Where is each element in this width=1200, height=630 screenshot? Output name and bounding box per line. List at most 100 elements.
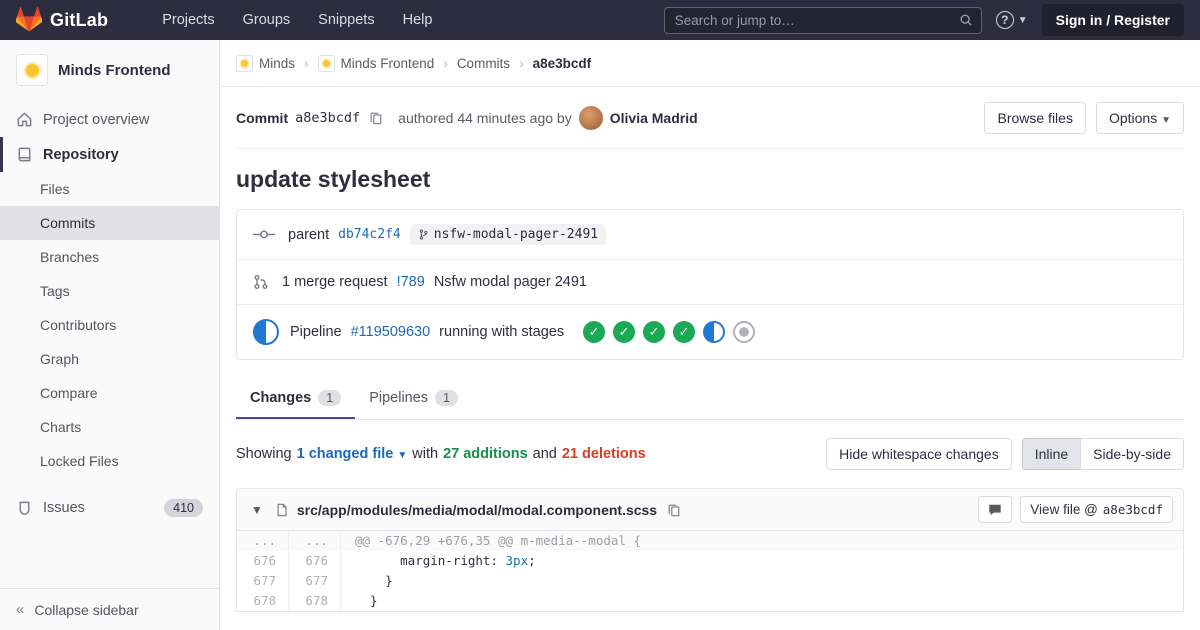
pipeline-stage-success-icon[interactable]: ✓	[583, 321, 606, 343]
project-name: Minds Frontend	[58, 61, 171, 79]
sidebar-item-commits[interactable]: Commits	[0, 206, 219, 240]
tab-pipelines[interactable]: Pipelines 1	[355, 378, 472, 419]
commit-meta-row: Commit a8e3bcdf authored 44 minutes ago …	[236, 87, 1184, 149]
view-file-label: View file @	[1030, 502, 1098, 517]
navbar-left: GitLab Projects Groups Snippets Help	[16, 2, 444, 38]
search-input[interactable]	[674, 12, 959, 28]
nav-item-help[interactable]: Help	[391, 2, 445, 38]
new-line-number[interactable]: 678	[289, 591, 341, 611]
main-content: Minds › Minds Frontend › Commits › a8e3b…	[220, 40, 1200, 630]
nav-item-snippets[interactable]: Snippets	[306, 2, 386, 38]
sidebar-item-contributors[interactable]: Contributors	[0, 308, 219, 342]
copy-sha-button[interactable]	[367, 109, 385, 127]
pipeline-stage-success-icon[interactable]: ✓	[613, 321, 636, 343]
new-line-number[interactable]: 676	[289, 551, 341, 571]
old-line-number[interactable]: ...	[237, 531, 289, 551]
author-avatar[interactable]	[578, 106, 603, 130]
pipeline-running-icon[interactable]	[253, 319, 279, 345]
branch-ref-chip[interactable]: nsfw-modal-pager-2491	[409, 224, 607, 245]
pipeline-stage-success-icon[interactable]: ✓	[643, 321, 666, 343]
nav-menu: Projects Groups Snippets Help	[150, 2, 444, 38]
author-name[interactable]: Olivia Madrid	[610, 110, 698, 126]
breadcrumb-minds-frontend[interactable]: Minds Frontend	[317, 54, 434, 72]
sidebar-item-tags[interactable]: Tags	[0, 274, 219, 308]
project-avatar	[16, 54, 48, 86]
breadcrumb-current-sha: a8e3bcdf	[533, 56, 592, 71]
breadcrumb-separator: ›	[304, 55, 309, 71]
file-path[interactable]: src/app/modules/media/modal/modal.compon…	[297, 502, 657, 518]
merge-request-icon	[253, 274, 269, 290]
authored-text: authored 44 minutes ago by	[398, 110, 572, 126]
chevron-down-icon: ▼	[397, 450, 408, 461]
old-line-number[interactable]: 678	[237, 591, 289, 611]
commit-icon	[253, 227, 275, 242]
toggle-comments-button[interactable]	[978, 496, 1013, 523]
sidebar-item-repository[interactable]: Repository	[0, 137, 219, 172]
chevron-down-icon: ▼	[1017, 14, 1028, 26]
breadcrumb: Minds › Minds Frontend › Commits › a8e3b…	[220, 40, 1200, 87]
sign-in-button[interactable]: Sign in / Register	[1041, 4, 1184, 36]
diff-summary-text: Showing 1 changed file ▼ with 27 additio…	[236, 446, 646, 462]
options-dropdown-button[interactable]: Options ▼	[1095, 102, 1184, 134]
search-box	[663, 6, 982, 34]
sidebar-item-project-overview[interactable]: Project overview	[0, 102, 219, 137]
commit-label: Commit	[236, 110, 289, 126]
commit-meta-actions: Browse files Options ▼	[984, 102, 1184, 134]
sidebar-item-charts[interactable]: Charts	[0, 410, 219, 444]
old-line-number[interactable]: 677	[237, 571, 289, 591]
collapse-sidebar-button[interactable]: « Collapse sidebar	[0, 588, 219, 630]
gitlab-wordmark: GitLab	[50, 9, 109, 30]
hide-whitespace-button[interactable]: Hide whitespace changes	[826, 438, 1012, 470]
sidebar-item-issues[interactable]: Issues 410	[0, 490, 219, 526]
project-context-header[interactable]: Minds Frontend	[0, 40, 219, 102]
sidebar-item-locked-files[interactable]: Locked Files	[0, 444, 219, 478]
pipeline-stage-created-icon[interactable]	[733, 321, 756, 343]
copy-icon	[667, 503, 681, 517]
tab-changes[interactable]: Changes 1	[236, 378, 356, 419]
nav-item-groups[interactable]: Groups	[231, 2, 303, 38]
help-menu[interactable]: ? ▼	[995, 11, 1028, 29]
copy-file-path-button[interactable]	[665, 501, 683, 519]
commit-info-box: parent db74c2f4 nsfw-modal-pager-2491 1 …	[236, 209, 1184, 360]
comment-icon	[988, 503, 1002, 517]
code-line: margin-right: 3px;	[355, 553, 536, 568]
breadcrumb-minds[interactable]: Minds	[236, 54, 295, 72]
gitlab-logo[interactable]: GitLab	[16, 7, 108, 33]
pipeline-stage-success-icon[interactable]: ✓	[673, 321, 696, 343]
breadcrumb-label: a8e3bcdf	[532, 55, 592, 71]
collapse-file-chevron-icon[interactable]: ▼	[247, 501, 267, 519]
sidebar-item-label: Repository	[43, 146, 119, 163]
sidebar-item-graph[interactable]: Graph	[0, 342, 219, 376]
parent-label: parent	[288, 226, 330, 243]
pipeline-id-link[interactable]: #119509630	[351, 324, 431, 340]
sidebar-item-files[interactable]: Files	[0, 172, 219, 206]
pipeline-row: Pipeline #119509630 running with stages …	[237, 305, 1183, 359]
collapse-sidebar-label: Collapse sidebar	[34, 601, 139, 618]
pipeline-stage-running-icon[interactable]	[703, 321, 726, 343]
old-line-number[interactable]: 676	[237, 551, 289, 571]
mr-ref-link[interactable]: !789	[397, 274, 425, 290]
pipeline-stages: ✓ ✓ ✓ ✓	[583, 321, 756, 343]
diff-view-actions: Hide whitespace changes Inline Side-by-s…	[826, 438, 1184, 470]
breadcrumb-separator: ›	[519, 55, 524, 71]
inline-view-button[interactable]: Inline	[1021, 438, 1082, 470]
branch-name: nsfw-modal-pager-2491	[433, 227, 599, 242]
lightbulb-icon	[322, 59, 330, 67]
sidebar-item-compare[interactable]: Compare	[0, 376, 219, 410]
new-line-number[interactable]: ...	[289, 531, 341, 551]
view-file-button[interactable]: View file @ a8e3bcdf	[1020, 496, 1173, 523]
parent-sha-link[interactable]: db74c2f4	[338, 227, 401, 242]
browse-files-button[interactable]: Browse files	[984, 102, 1086, 134]
nav-item-projects[interactable]: Projects	[150, 2, 226, 38]
breadcrumb-commits[interactable]: Commits	[457, 56, 510, 71]
changed-files-dropdown[interactable]: 1 changed file ▼	[297, 446, 408, 462]
code-line: }	[355, 573, 393, 588]
options-label: Options	[1108, 110, 1158, 126]
sidebar-item-branches[interactable]: Branches	[0, 240, 219, 274]
new-line-number[interactable]: 677	[289, 571, 341, 591]
search-icon	[959, 13, 973, 27]
sidebar-item-label: Project overview	[43, 111, 150, 128]
side-by-side-view-button[interactable]: Side-by-side	[1080, 438, 1184, 470]
merge-request-row: 1 merge request !789 Nsfw modal pager 24…	[237, 260, 1183, 305]
changed-files-label: 1 changed file	[296, 446, 394, 462]
